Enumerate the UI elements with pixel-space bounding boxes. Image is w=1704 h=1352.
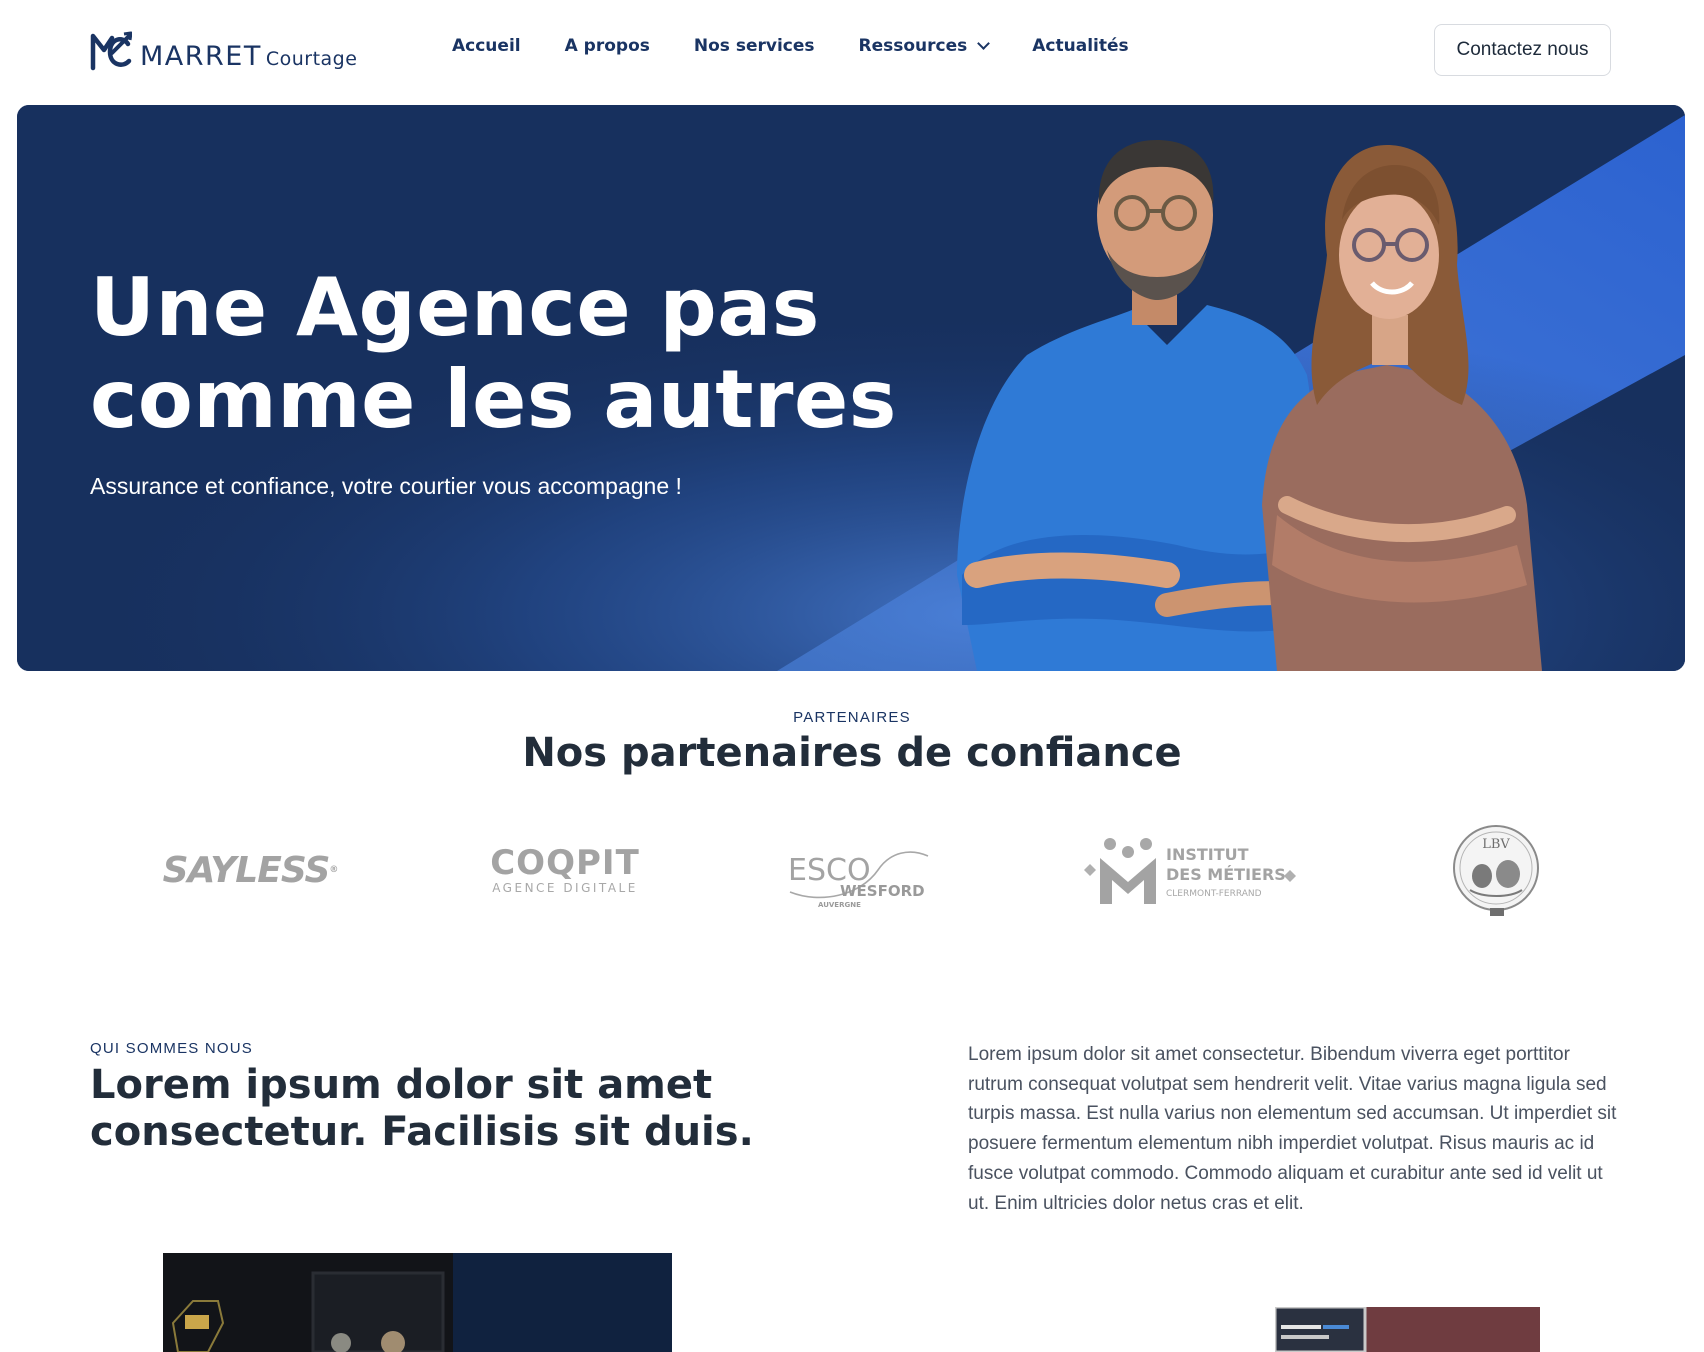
nav-item-a-propos[interactable]: A propos bbox=[565, 36, 650, 56]
nav-item-ressources[interactable]: Ressources bbox=[858, 36, 991, 56]
hero-banner: Une Agence pas comme les autres Assuranc… bbox=[17, 105, 1685, 671]
coqpit-tagline: AGENCE DIGITALE bbox=[492, 881, 638, 895]
partner-logo-coqpit[interactable]: COQPIT AGENCE DIGITALE bbox=[490, 815, 640, 925]
registered-mark: ® bbox=[329, 865, 338, 875]
hero-title-line1: Une Agence pas bbox=[90, 261, 820, 354]
main-nav: Accueil A propos Nos services Ressources… bbox=[452, 36, 1173, 56]
contact-button[interactable]: Contactez nous bbox=[1434, 24, 1611, 76]
hero-title: Une Agence pas comme les autres bbox=[90, 262, 897, 446]
institut-des-metiers-logo: INSTITUT DES MÉTIERS CLERMONT-FERRAND bbox=[1084, 838, 1296, 904]
partner-logo-lbv[interactable]: LBV bbox=[1448, 815, 1544, 925]
site-header: MARRET Courtage Accueil A propos Nos ser… bbox=[0, 0, 1704, 105]
about-title: Lorem ipsum dolor sit amet consectetur. … bbox=[90, 1062, 754, 1155]
institut-line2: DES MÉTIERS bbox=[1166, 865, 1286, 884]
partner-logo-institut-des-metiers[interactable]: INSTITUT DES MÉTIERS CLERMONT-FERRAND bbox=[1080, 815, 1300, 925]
about-text: Lorem ipsum dolor sit amet consectetur. … bbox=[968, 1044, 1617, 1214]
office-photo-image bbox=[163, 1253, 672, 1352]
institut-line3: CLERMONT-FERRAND bbox=[1166, 889, 1262, 899]
partner-logos: SAYLESS ® COQPIT AGENCE DIGITALE ESCO WES… bbox=[0, 815, 1704, 925]
auvergne-label: AUVERGNE bbox=[818, 901, 861, 909]
woman-figure bbox=[1262, 145, 1542, 671]
hero-title-line2: comme les autres bbox=[90, 353, 897, 446]
partners-eyebrow: PARTENAIRES bbox=[793, 709, 911, 726]
esco-wesford-logo: ESCO WESFORD AUVERGNE bbox=[788, 851, 929, 909]
nav-item-actualites[interactable]: Actualités bbox=[1032, 36, 1128, 56]
marret-logo-icon bbox=[90, 31, 132, 71]
brand-logo[interactable]: MARRET Courtage bbox=[90, 28, 357, 72]
office-photo bbox=[163, 1253, 672, 1352]
lbv-seal-logo: LBV bbox=[1453, 825, 1539, 916]
partner-logo-esco-wesford[interactable]: ESCO WESFORD AUVERGNE bbox=[780, 815, 940, 925]
partner-logo-sayless[interactable]: SAYLESS ® bbox=[160, 815, 340, 925]
chevron-down-icon bbox=[977, 37, 991, 50]
nav-item-nos-services[interactable]: Nos services bbox=[694, 36, 815, 56]
brand-name: MARRET bbox=[140, 41, 262, 72]
about-eyebrow: QUI SOMMES NOUS bbox=[90, 1040, 254, 1057]
office-screen-photo bbox=[1275, 1307, 1540, 1352]
hero-team-photo bbox=[957, 140, 1542, 671]
office-screen-image bbox=[1275, 1307, 1540, 1352]
nav-item-accueil[interactable]: Accueil bbox=[452, 36, 521, 56]
institut-line1: INSTITUT bbox=[1166, 845, 1249, 864]
man-figure bbox=[957, 140, 1324, 671]
brand-subtitle: Courtage bbox=[265, 48, 358, 70]
hero-subtitle: Assurance et confiance, votre courtier v… bbox=[90, 473, 682, 499]
sayless-wordmark: SAYLESS bbox=[162, 849, 331, 891]
nav-item-ressources-label: Ressources bbox=[858, 36, 968, 56]
wesford-wordmark: WESFORD bbox=[840, 882, 925, 900]
partners-title: Nos partenaires de confiance bbox=[522, 730, 1182, 776]
coqpit-wordmark: COQPIT bbox=[490, 843, 640, 883]
lbv-initials: LBV bbox=[1482, 837, 1510, 852]
